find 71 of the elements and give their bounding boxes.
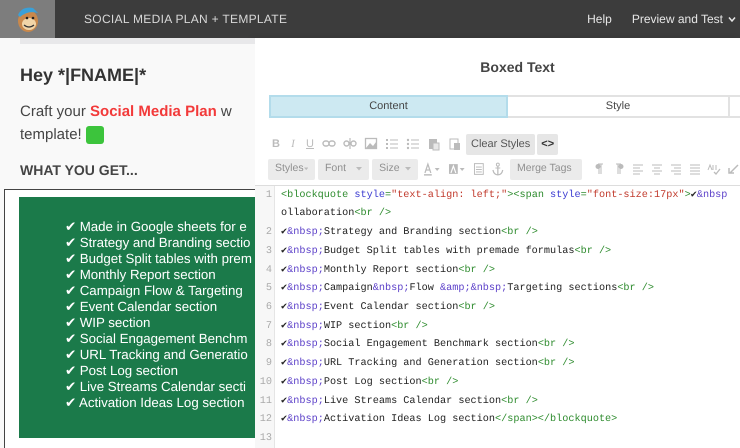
list-item-text: ✔ Made in Google sheets for e <box>65 219 248 235</box>
list-item-text: ✔ Post Log section <box>65 363 180 379</box>
paste-text-icon[interactable] <box>448 137 462 151</box>
line-number: 12 <box>258 413 273 428</box>
line-number: 11 <box>258 394 273 409</box>
clear-styles-button[interactable]: Clear Styles <box>466 134 536 154</box>
code-line: ✔&nbsp;URL Tracking and Generation section<br /> <box>281 356 574 372</box>
intro-text: template! <box>20 124 82 144</box>
line-number: 13 <box>258 432 273 446</box>
line-number: 5 <box>264 282 273 296</box>
line-number: 1 <box>264 188 273 203</box>
code-line: ✔&nbsp;Activation Ideas Log section</span></blockquote> <box>281 412 618 428</box>
image-icon[interactable] <box>364 137 378 151</box>
list-item-text: ✔ Campaign Flow & Targeting <box>65 283 244 299</box>
line-number: 3 <box>264 244 273 259</box>
line-number: 9 <box>264 357 273 372</box>
panel-title: Boxed Text <box>479 58 556 77</box>
list-item-text: ✔ Live Streams Calendar secti <box>65 379 247 395</box>
code-line: ✔&nbsp;Strategy and Branding section<br /> <box>281 226 538 240</box>
code-line: <blockquote style="text-align: left;"><span style="font-size:17px">✔&nbsp <box>281 188 728 203</box>
code-view-button[interactable]: <> <box>537 134 558 154</box>
code-line: ✔&nbsp;Monthly Report section<br /> <box>281 264 496 278</box>
spellcheck-icon[interactable] <box>707 162 721 176</box>
line-number: 8 <box>264 338 273 352</box>
logo-button[interactable] <box>0 0 55 38</box>
code-line: ✔&nbsp;WIP section<br /> <box>281 320 428 334</box>
menu-link[interactable]: Preview and Test <box>632 10 736 28</box>
menu-link[interactable]: Help <box>587 10 612 28</box>
list-item-text: ✔ Social Engagement Benchm <box>65 331 248 347</box>
bullet-list-icon[interactable] <box>406 137 420 151</box>
line-number: 7 <box>264 320 273 334</box>
align-left-icon[interactable] <box>631 162 645 176</box>
caret-icon[interactable] <box>728 16 736 22</box>
unlink-icon[interactable] <box>343 137 357 151</box>
code-line: ✔&nbsp;Social Engagement Benchmark section<br /> <box>281 338 574 352</box>
tab[interactable]: Style <box>508 95 730 118</box>
code-line: ✔&nbsp;Campaign&nbsp;Flow &amp;&nbsp;Targeting sections<br /> <box>281 282 654 296</box>
line-number: 6 <box>264 301 273 316</box>
line-number: 4 <box>264 264 273 278</box>
code-editor[interactable] <box>255 185 740 448</box>
code-line: ✔&nbsp;Live Streams Calendar section<br /> <box>281 394 538 409</box>
code-line: ✔&nbsp;Budget Split tables with premade formulas<br /> <box>281 244 612 259</box>
tab[interactable]: Content <box>269 95 508 118</box>
paste-icon[interactable] <box>427 137 441 151</box>
align-center-icon[interactable] <box>650 162 664 176</box>
line-number: 10 <box>258 376 273 390</box>
undo-icon[interactable] <box>726 162 740 176</box>
align-right-icon[interactable] <box>669 162 683 176</box>
list-item-text: ✔ Strategy and Branding sectio <box>65 235 252 251</box>
section-heading: WHAT YOU GET... <box>20 161 139 180</box>
list-item-text: ✔ WIP section <box>65 315 152 331</box>
text-color-icon[interactable] <box>423 162 441 176</box>
background-color-icon[interactable] <box>448 162 466 176</box>
code-line: ✔&nbsp;Event Calendar section<br /> <box>281 300 496 316</box>
list-item-text: ✔ Monthly Report section <box>65 267 217 283</box>
list-item-text: ✔ Activation Ideas Log section <box>65 395 246 411</box>
code-line: ✔&nbsp;Post Log section<br /> <box>281 376 458 390</box>
list-item-text: ✔ Budget Split tables with prem <box>65 251 253 267</box>
italic-button[interactable]: I <box>288 136 298 152</box>
underline-button[interactable]: U <box>305 136 315 152</box>
anchor-icon[interactable] <box>491 162 505 176</box>
list-item-text: ✔ URL Tracking and Generatio <box>65 347 249 363</box>
bold-button[interactable]: B <box>271 136 281 152</box>
greeting-text: Hey *|FNAME|* <box>20 64 148 87</box>
intro-text: Craft your Social Media Plan w <box>20 102 233 122</box>
list-item-text: ✔ Event Calendar section <box>65 299 218 315</box>
line-number: 2 <box>264 226 273 240</box>
justify-icon[interactable] <box>688 162 702 176</box>
code-line: ollaboration<br /> <box>281 206 392 222</box>
document-title: SOCIAL MEDIA PLAN + TEMPLATE <box>84 11 288 28</box>
numbered-list-icon[interactable] <box>385 137 399 151</box>
